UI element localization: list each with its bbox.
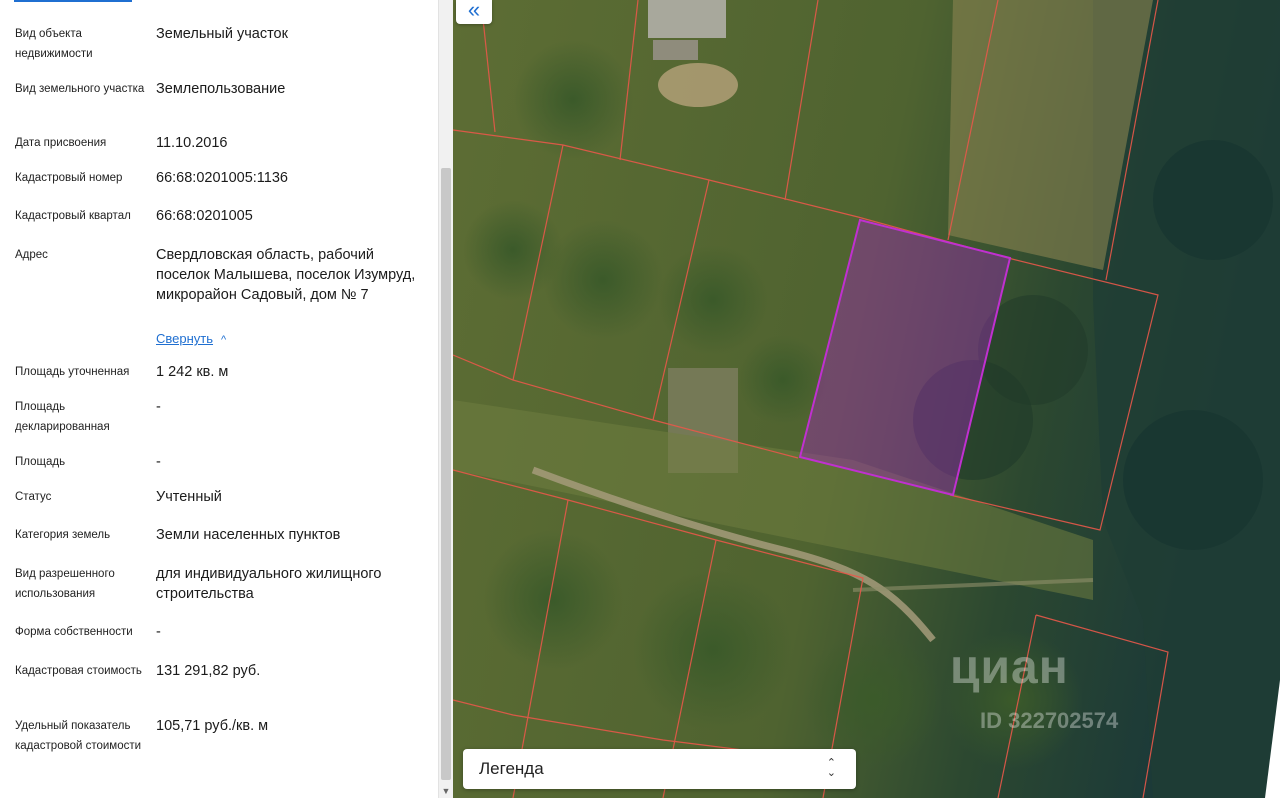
collapse-address-link[interactable]: Свернуть ^ bbox=[156, 330, 226, 349]
detail-value: 66:68:0201005 bbox=[156, 208, 253, 224]
detail-value: 11.10.2016 bbox=[156, 135, 228, 151]
detail-value: - bbox=[156, 454, 161, 470]
scrollbar-thumb[interactable] bbox=[441, 168, 451, 780]
collapse-panel-button[interactable]: « bbox=[456, 0, 492, 24]
detail-value: Земли населенных пунктов bbox=[156, 527, 341, 543]
legend-label: Легенда bbox=[479, 759, 544, 778]
chevron-up-down-icon: ⌃ ⌄ bbox=[826, 757, 836, 779]
detail-label: Площадь декларированная bbox=[15, 401, 110, 433]
building bbox=[653, 40, 698, 60]
watermark: циан ID 322702574 bbox=[950, 640, 1190, 740]
detail-label: Дата присвоения bbox=[15, 137, 107, 149]
detail-label: Площадь bbox=[15, 456, 66, 468]
detail-label: Категория земель bbox=[15, 529, 111, 541]
detail-value: 105,71 руб./кв. м bbox=[156, 718, 269, 734]
detail-value: для индивидуального жилищного строительс… bbox=[156, 566, 382, 602]
detail-label: Вид объекта недвижимости bbox=[15, 28, 93, 60]
double-chevron-left-icon: « bbox=[467, 0, 481, 22]
detail-value: - bbox=[156, 624, 161, 640]
property-details-panel: Вид объекта недвижимости Земельный участ… bbox=[0, 0, 438, 798]
detail-label: Удельный показатель кадастровой стоимост… bbox=[15, 720, 142, 752]
watermark-id: ID 322702574 bbox=[980, 708, 1119, 733]
detail-value: Землепользование bbox=[156, 81, 286, 97]
detail-label: Вид земельного участка bbox=[15, 83, 145, 95]
detail-value: 131 291,82 руб. bbox=[156, 663, 261, 679]
collapse-link-label: Свернуть bbox=[156, 331, 214, 346]
address-value: Свердловская область, рабочий поселок Ма… bbox=[156, 247, 416, 303]
detail-label: Адрес bbox=[15, 249, 48, 261]
satellite-map[interactable]: циан ID 322702574 bbox=[453, 0, 1280, 798]
chevron-up-icon: ^ bbox=[221, 334, 227, 346]
detail-label: Кадастровый квартал bbox=[15, 210, 131, 222]
detail-label: Форма собственности bbox=[15, 626, 133, 638]
watermark-brand: циан bbox=[950, 641, 1069, 694]
detail-value: 1 242 кв. м bbox=[156, 364, 229, 380]
active-tab-indicator bbox=[14, 0, 132, 2]
detail-value: 66:68:0201005:1136 bbox=[156, 170, 288, 186]
building-roof bbox=[648, 0, 726, 38]
detail-value: - bbox=[156, 399, 161, 415]
legend-dropdown[interactable]: Легенда ⌃ ⌄ bbox=[463, 749, 856, 789]
bare-ground bbox=[658, 63, 738, 107]
detail-label: Статус bbox=[15, 491, 52, 503]
detail-label: Вид разрешенного использования bbox=[15, 568, 115, 600]
detail-label: Кадастровый номер bbox=[15, 172, 123, 184]
detail-value: Земельный участок bbox=[156, 26, 288, 42]
scroll-down-arrow-icon[interactable]: ▼ bbox=[441, 786, 451, 796]
detail-value: Учтенный bbox=[156, 489, 222, 505]
detail-label: Площадь уточненная bbox=[15, 366, 130, 378]
panel-scrollbar[interactable]: ▼ bbox=[438, 0, 453, 798]
detail-label: Кадастровая стоимость bbox=[15, 665, 142, 677]
